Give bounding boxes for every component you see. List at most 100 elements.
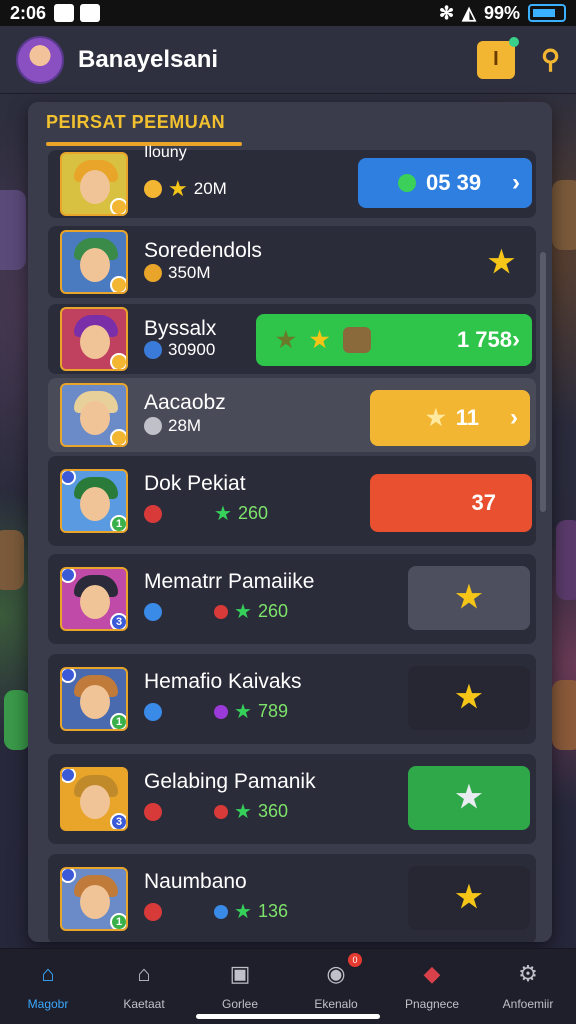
action-button[interactable]: 05 39 › xyxy=(358,158,532,208)
hero-portrait: 3 xyxy=(60,567,128,631)
treasure-icon xyxy=(343,327,372,353)
coin-badge xyxy=(110,276,126,292)
rank-badge xyxy=(62,669,76,683)
portrait-face xyxy=(80,885,110,919)
player-stat: 30900 xyxy=(144,340,215,360)
notification-icon-2 xyxy=(80,4,101,22)
nav-item[interactable]: ◆ Pnagnece xyxy=(384,949,480,1024)
rank-badge xyxy=(62,569,76,583)
list-item[interactable]: Byssalx 30900 ★ ★ 1 758 › xyxy=(48,304,536,374)
nav-item[interactable]: ⌂ Magobr xyxy=(0,949,96,1024)
shield-icon xyxy=(144,504,162,523)
list-item[interactable]: 3 Mematrr Pamaiike ★ 260 ★ xyxy=(48,554,536,644)
status-time: 2:06 xyxy=(10,2,47,23)
green-star-icon: ★ xyxy=(214,502,232,525)
orb-icon xyxy=(214,804,228,819)
action-button[interactable]: 37 xyxy=(370,474,532,532)
portrait-face xyxy=(80,685,110,719)
nav-item[interactable]: ⌂ Kaetaat xyxy=(96,949,192,1024)
gift-button[interactable]: I xyxy=(476,36,519,79)
player-stat: 350M xyxy=(144,263,211,283)
list-item[interactable]: 3 Gelabing Pamanik ★ 360 ★ xyxy=(48,754,536,844)
status-battery-text: 99% xyxy=(483,2,520,23)
nav-item[interactable]: ⚙ Anfoemiir xyxy=(480,949,576,1024)
chevron-right-icon: › xyxy=(512,326,520,353)
green-star-icon: ★ xyxy=(234,800,252,823)
list-item[interactable]: Soredendols 350M ★ xyxy=(48,226,536,298)
level-badge: 1 xyxy=(110,913,126,929)
list-item[interactable]: Aacaobz 28M ★ 11 › xyxy=(48,378,536,452)
favorite-star-button[interactable]: ★ xyxy=(488,246,522,280)
side-decoration-right-3 xyxy=(552,680,576,750)
favorite-star-button[interactable]: ★ xyxy=(408,866,530,930)
level-badge: 3 xyxy=(110,813,126,829)
level-badge: 1 xyxy=(110,713,126,729)
scrollbar[interactable] xyxy=(540,252,546,512)
stat-value: 260 xyxy=(257,601,288,621)
side-decoration-left-3 xyxy=(4,690,30,750)
player-stat: ★ 20M xyxy=(144,178,227,200)
portrait-face xyxy=(80,585,110,619)
search-icon[interactable]: ⚲ xyxy=(541,44,560,75)
avatar[interactable] xyxy=(16,35,64,84)
player-name: Naumbano xyxy=(144,870,247,893)
home-icon: ⌂ xyxy=(41,961,55,986)
nav-label: Pnagnece xyxy=(404,997,460,1011)
stat-value: 136 xyxy=(257,901,288,921)
side-decoration-left xyxy=(0,190,26,270)
nav-item[interactable]: ▣ Gorlee xyxy=(192,949,288,1024)
rank-badge xyxy=(62,471,76,485)
green-star-icon: ★ xyxy=(234,600,252,623)
star-icon: ★ xyxy=(276,327,296,352)
shield-icon xyxy=(144,702,162,721)
castle-icon: ⌂ xyxy=(137,961,151,986)
green-star-icon: ★ xyxy=(234,700,252,723)
portrait-face xyxy=(80,401,110,435)
nav-label: Anfoemiir xyxy=(502,997,554,1011)
list-item[interactable]: 1 Hemafio Kaivaks ★ 789 ★ xyxy=(48,654,536,744)
currency-icon xyxy=(144,264,162,282)
star-icon: ★ xyxy=(455,681,483,714)
portrait-face xyxy=(80,785,110,819)
player-name: Byssalx xyxy=(144,317,217,340)
battery-icon xyxy=(528,4,566,22)
stat-value: 30900 xyxy=(168,340,216,359)
star-icon: ★ xyxy=(455,881,483,914)
stat-value: 350M xyxy=(168,263,211,282)
stat-value: 260 xyxy=(237,503,268,523)
app-header: Banayelsani I ⚲ xyxy=(0,26,576,94)
coin-badge xyxy=(110,353,126,369)
action-button[interactable]: ★ 11 › xyxy=(370,390,530,446)
action-value: 05 39 xyxy=(426,170,482,195)
coin-badge xyxy=(110,429,126,445)
nav-label: Kaetaat xyxy=(123,997,165,1011)
stat-value: 789 xyxy=(257,701,288,721)
action-value: 11 xyxy=(455,405,479,430)
player-stat: ★ 789 xyxy=(144,701,288,722)
app-title: Banayelsani xyxy=(78,45,219,73)
list-item[interactable]: 1 Dok Pekiat ★ 260 37 xyxy=(48,456,536,546)
coin-badge xyxy=(110,198,126,214)
star-icon: ★ xyxy=(168,176,188,201)
shield-icon xyxy=(144,902,162,921)
nav-label: Ekenalo xyxy=(314,997,358,1011)
nav-item[interactable]: ◉ Ekenalo 0 xyxy=(288,949,384,1024)
home-indicator[interactable] xyxy=(196,1014,380,1019)
rank-badge xyxy=(62,869,76,883)
list-item[interactable]: 1 Naumbano ★ 136 ★ xyxy=(48,854,536,942)
shield-icon xyxy=(144,802,162,821)
favorite-star-button[interactable]: ★ xyxy=(408,566,530,630)
list-item[interactable]: Ilouny ★ 20M 05 39 › xyxy=(48,144,536,218)
stat-value: 360 xyxy=(257,801,288,821)
favorite-star-button[interactable]: ★ xyxy=(408,766,530,830)
hero-portrait: 1 xyxy=(60,867,128,931)
shield-icon xyxy=(144,602,162,621)
currency-icon xyxy=(144,417,162,435)
action-button[interactable]: ★ ★ 1 758 › xyxy=(256,314,532,366)
hero-portrait xyxy=(60,383,128,447)
action-value: 37 xyxy=(471,490,496,515)
player-name: Gelabing Pamanik xyxy=(144,770,316,793)
chevron-right-icon: › xyxy=(510,404,518,431)
favorite-star-button[interactable]: ★ xyxy=(408,666,530,730)
orb-icon xyxy=(214,904,228,919)
